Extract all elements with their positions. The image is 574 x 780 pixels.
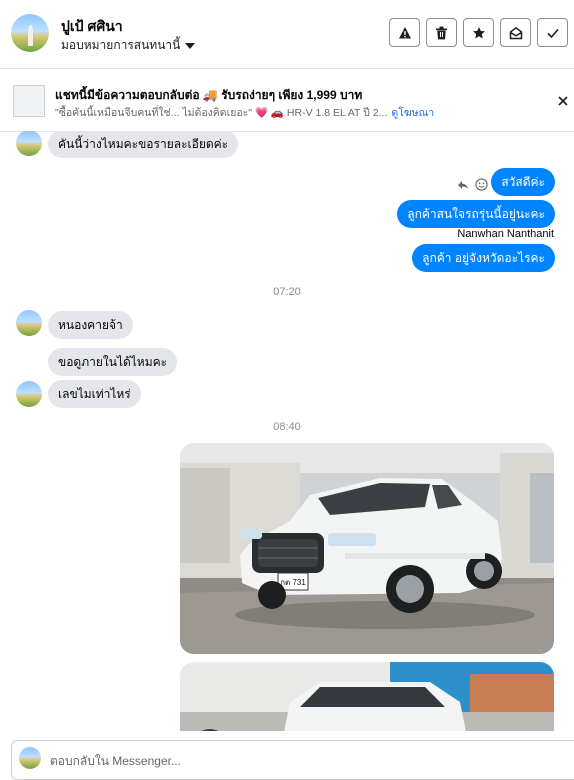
outgoing-message[interactable]: ลูกค้า อยู่จังหวัดอะไรคะ [412,244,555,272]
star-button[interactable] [463,18,494,47]
reply-placeholder: ตอบกลับใน Messenger... [50,754,181,768]
trash-icon [436,26,447,39]
conversation-header: ปูเป้ ศศินา มอบหมายการสนทนานี้ [0,0,574,69]
header-actions [389,18,568,47]
contact-avatar-small [16,310,42,336]
outgoing-message[interactable]: ลูกค้าสนใจรถรุ่นนี้อยู่นะคะ [397,200,555,228]
message-thread[interactable]: คันนี้ว่างไหมคะขอรายละเอียดค่ะ สวัสดีค่ะ… [0,131,574,731]
caret-down-icon [185,42,196,49]
star-icon [472,26,485,38]
ad-referral-banner: แชทนี้มีข้อความตอบกลับต่อ 🚚 รับรถง่ายๆ เ… [0,69,574,132]
timestamp: 08:40 [273,421,301,433]
contact-avatar[interactable] [11,14,49,52]
truck-interior-photo [180,662,554,731]
delete-button[interactable] [426,18,457,47]
page-avatar [19,747,41,769]
warning-icon [398,26,411,38]
message-actions [457,178,488,191]
contact-avatar-small [16,131,42,156]
report-button[interactable] [389,18,420,47]
incoming-message[interactable]: คันนี้ว่างไหมคะขอรายละเอียดค่ะ [48,131,239,158]
assign-conversation-dropdown[interactable]: มอบหมายการสนทนานี้ [61,36,196,55]
reply-icon[interactable] [457,179,469,191]
truck-photo: กต 731 [180,443,554,654]
license-plate: กต 731 [280,578,306,587]
photo-attachment[interactable] [180,662,554,731]
ad-snippet-row: "ซื้อคันนี้เหมือนจีบคนที่ใช่... ไม่ต้องค… [55,104,434,121]
mark-done-button[interactable] [537,18,568,47]
ad-snippet: "ซื้อคันนี้เหมือนจีบคนที่ใช่... ไม่ต้องค… [55,107,388,119]
emoji-reaction-icon[interactable] [475,178,488,191]
mark-unread-icon [509,26,522,39]
composer: ตอบกลับใน Messenger... [0,731,574,780]
view-ad-link[interactable]: ดูโฆษณา [391,104,434,121]
incoming-message[interactable]: เลขไมเท่าไหร่ [48,380,141,408]
close-icon[interactable] [556,94,570,108]
timestamp: 07:20 [273,286,301,298]
outgoing-message[interactable]: สวัสดีค่ะ [491,168,555,196]
incoming-message[interactable]: ขอดูภายในได้ไหมคะ [48,348,178,376]
ad-title: แชทนี้มีข้อความตอบกลับต่อ 🚚 รับรถง่ายๆ เ… [55,88,363,102]
incoming-message[interactable]: หนองคายจ้า [48,311,133,339]
contact-avatar-small [16,381,42,407]
contact-name[interactable]: ปูเป้ ศศินา [61,16,123,38]
check-icon [546,28,559,38]
assign-label: มอบหมายการสนทนานี้ [61,38,181,52]
sender-name: Nanwhan Nanthanit [457,228,554,240]
ad-thumbnail [13,85,45,117]
mark-unread-button[interactable] [500,18,531,47]
photo-attachment[interactable]: กต 731 [180,443,554,654]
